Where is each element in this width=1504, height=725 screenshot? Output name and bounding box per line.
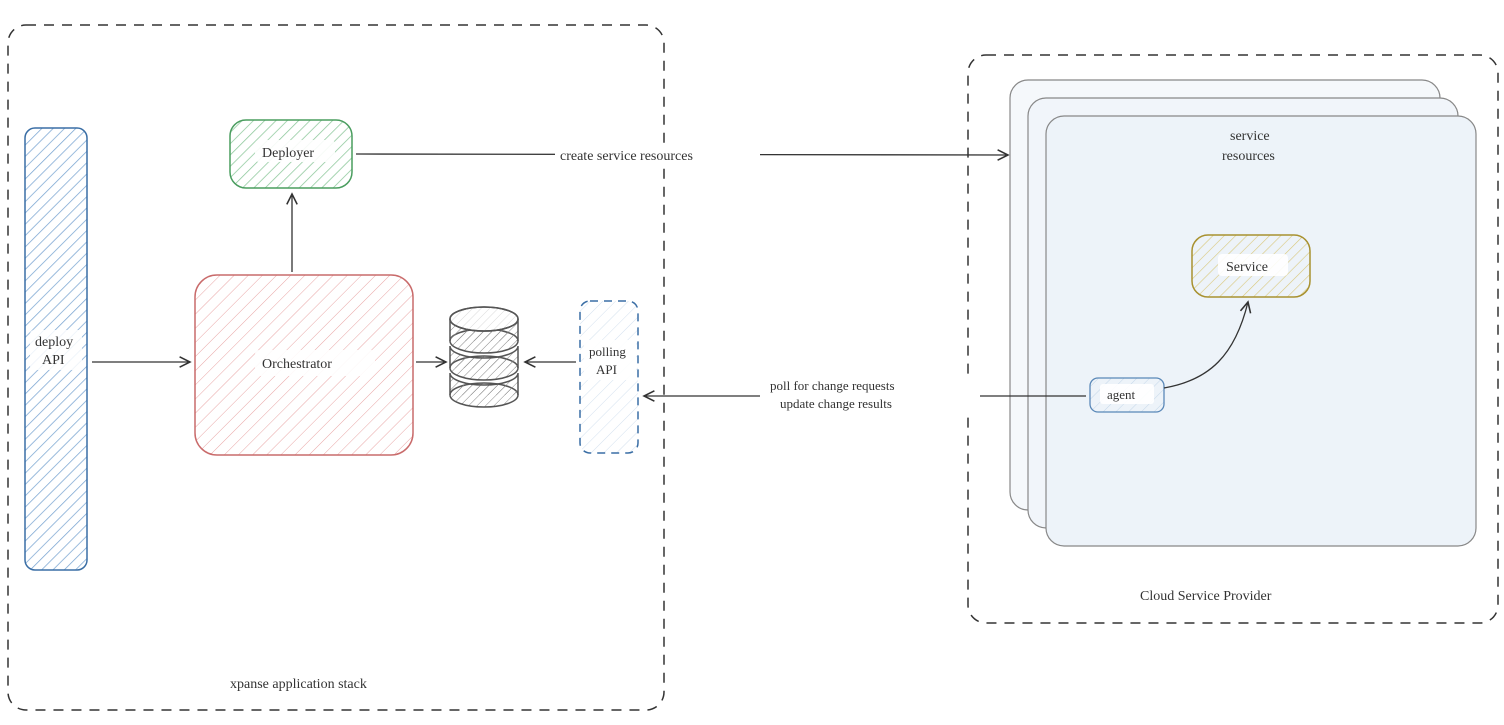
edge-poll-label-1: poll for change requests <box>770 378 895 393</box>
edge-create-label: create service resources <box>560 149 693 164</box>
deploy-api-label-2: API <box>42 353 65 368</box>
agent-label: agent <box>1107 387 1136 402</box>
service-label: Service <box>1226 260 1268 275</box>
polling-api-label-1: polling <box>589 344 626 359</box>
database-icon <box>450 307 518 407</box>
csp-container-label: Cloud Service Provider <box>1140 589 1272 604</box>
service-resources-title-2: resources <box>1222 149 1275 164</box>
service-resources-title-1: service <box>1230 129 1270 144</box>
polling-api-label-2: API <box>596 362 617 377</box>
orchestrator-label: Orchestrator <box>262 357 332 372</box>
service-resources-card-front <box>1046 116 1476 546</box>
deploy-api-label-1: deploy <box>35 335 73 350</box>
xpanse-container-label: xpanse application stack <box>230 677 367 692</box>
deployer-label: Deployer <box>262 146 314 161</box>
edge-poll-label-2: update change results <box>780 396 892 411</box>
